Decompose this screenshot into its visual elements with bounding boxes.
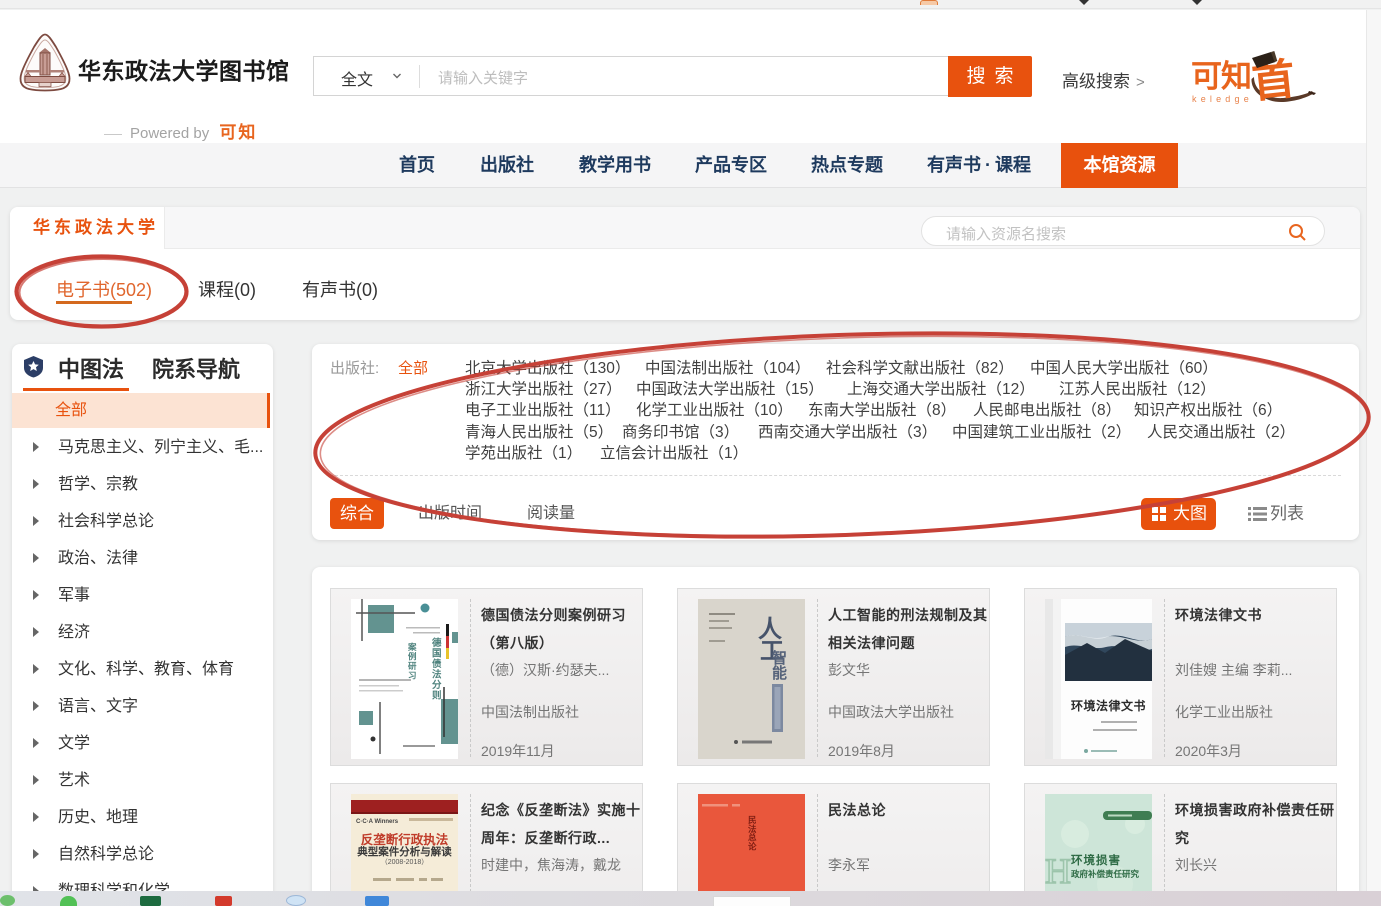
- svg-text:德国债法分则: 德国债法分则: [432, 637, 442, 702]
- svg-text:反垄断行政执法: 反垄断行政执法: [361, 832, 449, 847]
- svg-text:C·C·A Winners: C·C·A Winners: [356, 819, 399, 825]
- svg-text:案例研习: 案例研习: [407, 642, 417, 681]
- svg-text:能: 能: [772, 664, 787, 682]
- svg-text:民法总论: 民法总论: [748, 815, 757, 851]
- svg-text:典型案件分析与解读: 典型案件分析与解读: [357, 845, 452, 858]
- svg-text:环境法律文书: 环境法律文书: [1071, 698, 1146, 713]
- svg-text:（2008-2018）: （2008-2018）: [381, 858, 428, 866]
- svg-text:环境损害: 环境损害: [1071, 853, 1121, 867]
- svg-text:keledge: keledge: [1192, 94, 1253, 104]
- svg-text:可知: 可知: [1191, 59, 1251, 94]
- svg-text:H: H: [1045, 851, 1071, 891]
- svg-text:政府补偿责任研究: 政府补偿责任研究: [1071, 869, 1140, 879]
